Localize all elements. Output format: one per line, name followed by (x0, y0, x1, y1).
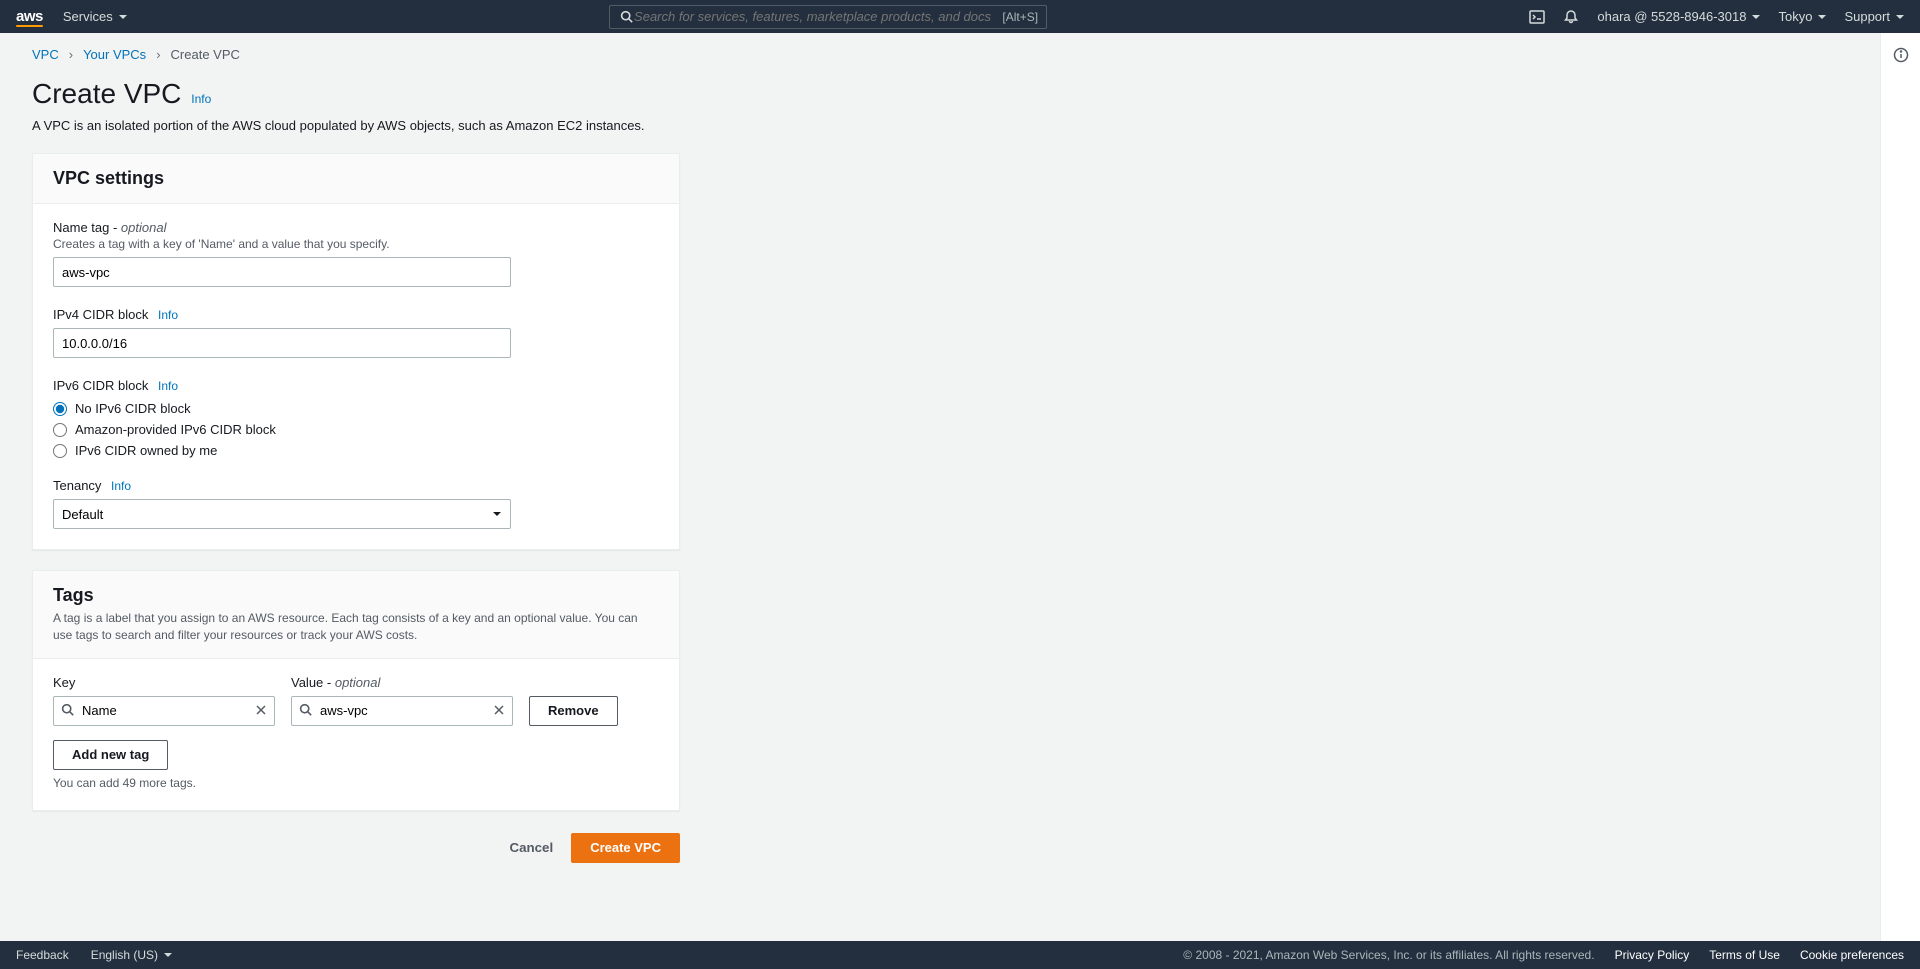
region-menu[interactable]: Tokyo (1778, 9, 1826, 24)
vpc-settings-header: VPC settings (53, 168, 659, 189)
remove-tag-button[interactable]: Remove (529, 696, 618, 726)
services-menu[interactable]: Services (63, 9, 127, 24)
ipv6-radio-none[interactable]: No IPv6 CIDR block (53, 401, 659, 416)
copyright: © 2008 - 2021, Amazon Web Services, Inc.… (1183, 948, 1594, 962)
aws-logo[interactable]: aws (16, 8, 43, 25)
name-tag-input[interactable] (53, 257, 511, 287)
info-link[interactable]: Info (158, 308, 178, 322)
page-title: Create VPC (32, 78, 181, 110)
search-icon (618, 9, 634, 25)
search-icon (61, 703, 74, 719)
tag-value-input[interactable] (291, 696, 513, 726)
global-search[interactable]: [Alt+S] (609, 5, 1047, 29)
clear-icon[interactable] (255, 703, 267, 719)
name-tag-hint: Creates a tag with a key of 'Name' and a… (53, 237, 659, 251)
breadcrumb: VPC › Your VPCs › Create VPC (32, 47, 1848, 62)
clear-icon[interactable] (493, 703, 505, 719)
breadcrumb-vpc[interactable]: VPC (32, 47, 59, 62)
search-shortcut: [Alt+S] (1002, 10, 1038, 24)
tag-key-input[interactable] (53, 696, 275, 726)
services-label: Services (63, 9, 113, 24)
notifications-icon[interactable] (1563, 9, 1579, 25)
tags-header: Tags (53, 585, 659, 606)
ipv6-radio-amazon[interactable]: Amazon-provided IPv6 CIDR block (53, 422, 659, 437)
support-menu[interactable]: Support (1844, 9, 1904, 24)
search-input[interactable] (634, 9, 1002, 24)
language-menu[interactable]: English (US) (91, 948, 172, 962)
ipv4-cidr-input[interactable] (53, 328, 511, 358)
breadcrumb-current: Create VPC (171, 47, 240, 62)
add-tag-button[interactable]: Add new tag (53, 740, 168, 770)
info-link[interactable]: Info (158, 379, 178, 393)
terms-link[interactable]: Terms of Use (1709, 948, 1780, 962)
tag-key-label: Key (53, 675, 275, 690)
ipv4-label: IPv4 CIDR block (53, 307, 148, 322)
caret-down-icon (1752, 15, 1760, 19)
ipv6-label: IPv6 CIDR block (53, 378, 148, 393)
footer: Feedback English (US) © 2008 - 2021, Ama… (0, 941, 1920, 969)
chevron-right-icon: › (69, 47, 73, 62)
page-description: A VPC is an isolated portion of the AWS … (32, 118, 1848, 133)
tags-description: A tag is a label that you assign to an A… (53, 610, 659, 644)
region-label: Tokyo (1778, 9, 1812, 24)
tag-value-label: Value - optional (291, 675, 513, 690)
account-menu[interactable]: ohara @ 5528-8946-3018 (1597, 9, 1760, 24)
privacy-link[interactable]: Privacy Policy (1615, 948, 1690, 962)
vpc-settings-panel: VPC settings Name tag - optional Creates… (32, 153, 680, 550)
caret-down-icon (1896, 15, 1904, 19)
tenancy-select[interactable]: Default (53, 499, 511, 529)
top-nav: aws Services [Alt+S] ohara @ 5528-8946-3… (0, 0, 1920, 33)
cookies-link[interactable]: Cookie preferences (1800, 948, 1904, 962)
account-label: ohara @ 5528-8946-3018 (1597, 9, 1746, 24)
info-icon[interactable] (1893, 47, 1909, 941)
search-icon (299, 703, 312, 719)
feedback-link[interactable]: Feedback (16, 948, 69, 962)
ipv6-radio-owned[interactable]: IPv6 CIDR owned by me (53, 443, 659, 458)
tenancy-label: Tenancy (53, 478, 101, 493)
cloudshell-icon[interactable] (1529, 9, 1545, 25)
cancel-button[interactable]: Cancel (503, 840, 559, 855)
info-link[interactable]: Info (191, 92, 211, 106)
name-tag-label: Name tag - optional (53, 220, 659, 235)
support-label: Support (1844, 9, 1890, 24)
tag-limit-hint: You can add 49 more tags. (53, 776, 659, 790)
chevron-right-icon: › (156, 47, 160, 62)
caret-down-icon (1818, 15, 1826, 19)
create-vpc-button[interactable]: Create VPC (571, 833, 680, 863)
breadcrumb-your-vpcs[interactable]: Your VPCs (83, 47, 146, 62)
caret-down-icon (119, 15, 127, 19)
tags-panel: Tags A tag is a label that you assign to… (32, 570, 680, 811)
main-content: VPC › Your VPCs › Create VPC Create VPC … (0, 33, 1880, 941)
caret-down-icon (164, 953, 172, 957)
help-panel-rail (1880, 33, 1920, 941)
info-link[interactable]: Info (111, 479, 131, 493)
